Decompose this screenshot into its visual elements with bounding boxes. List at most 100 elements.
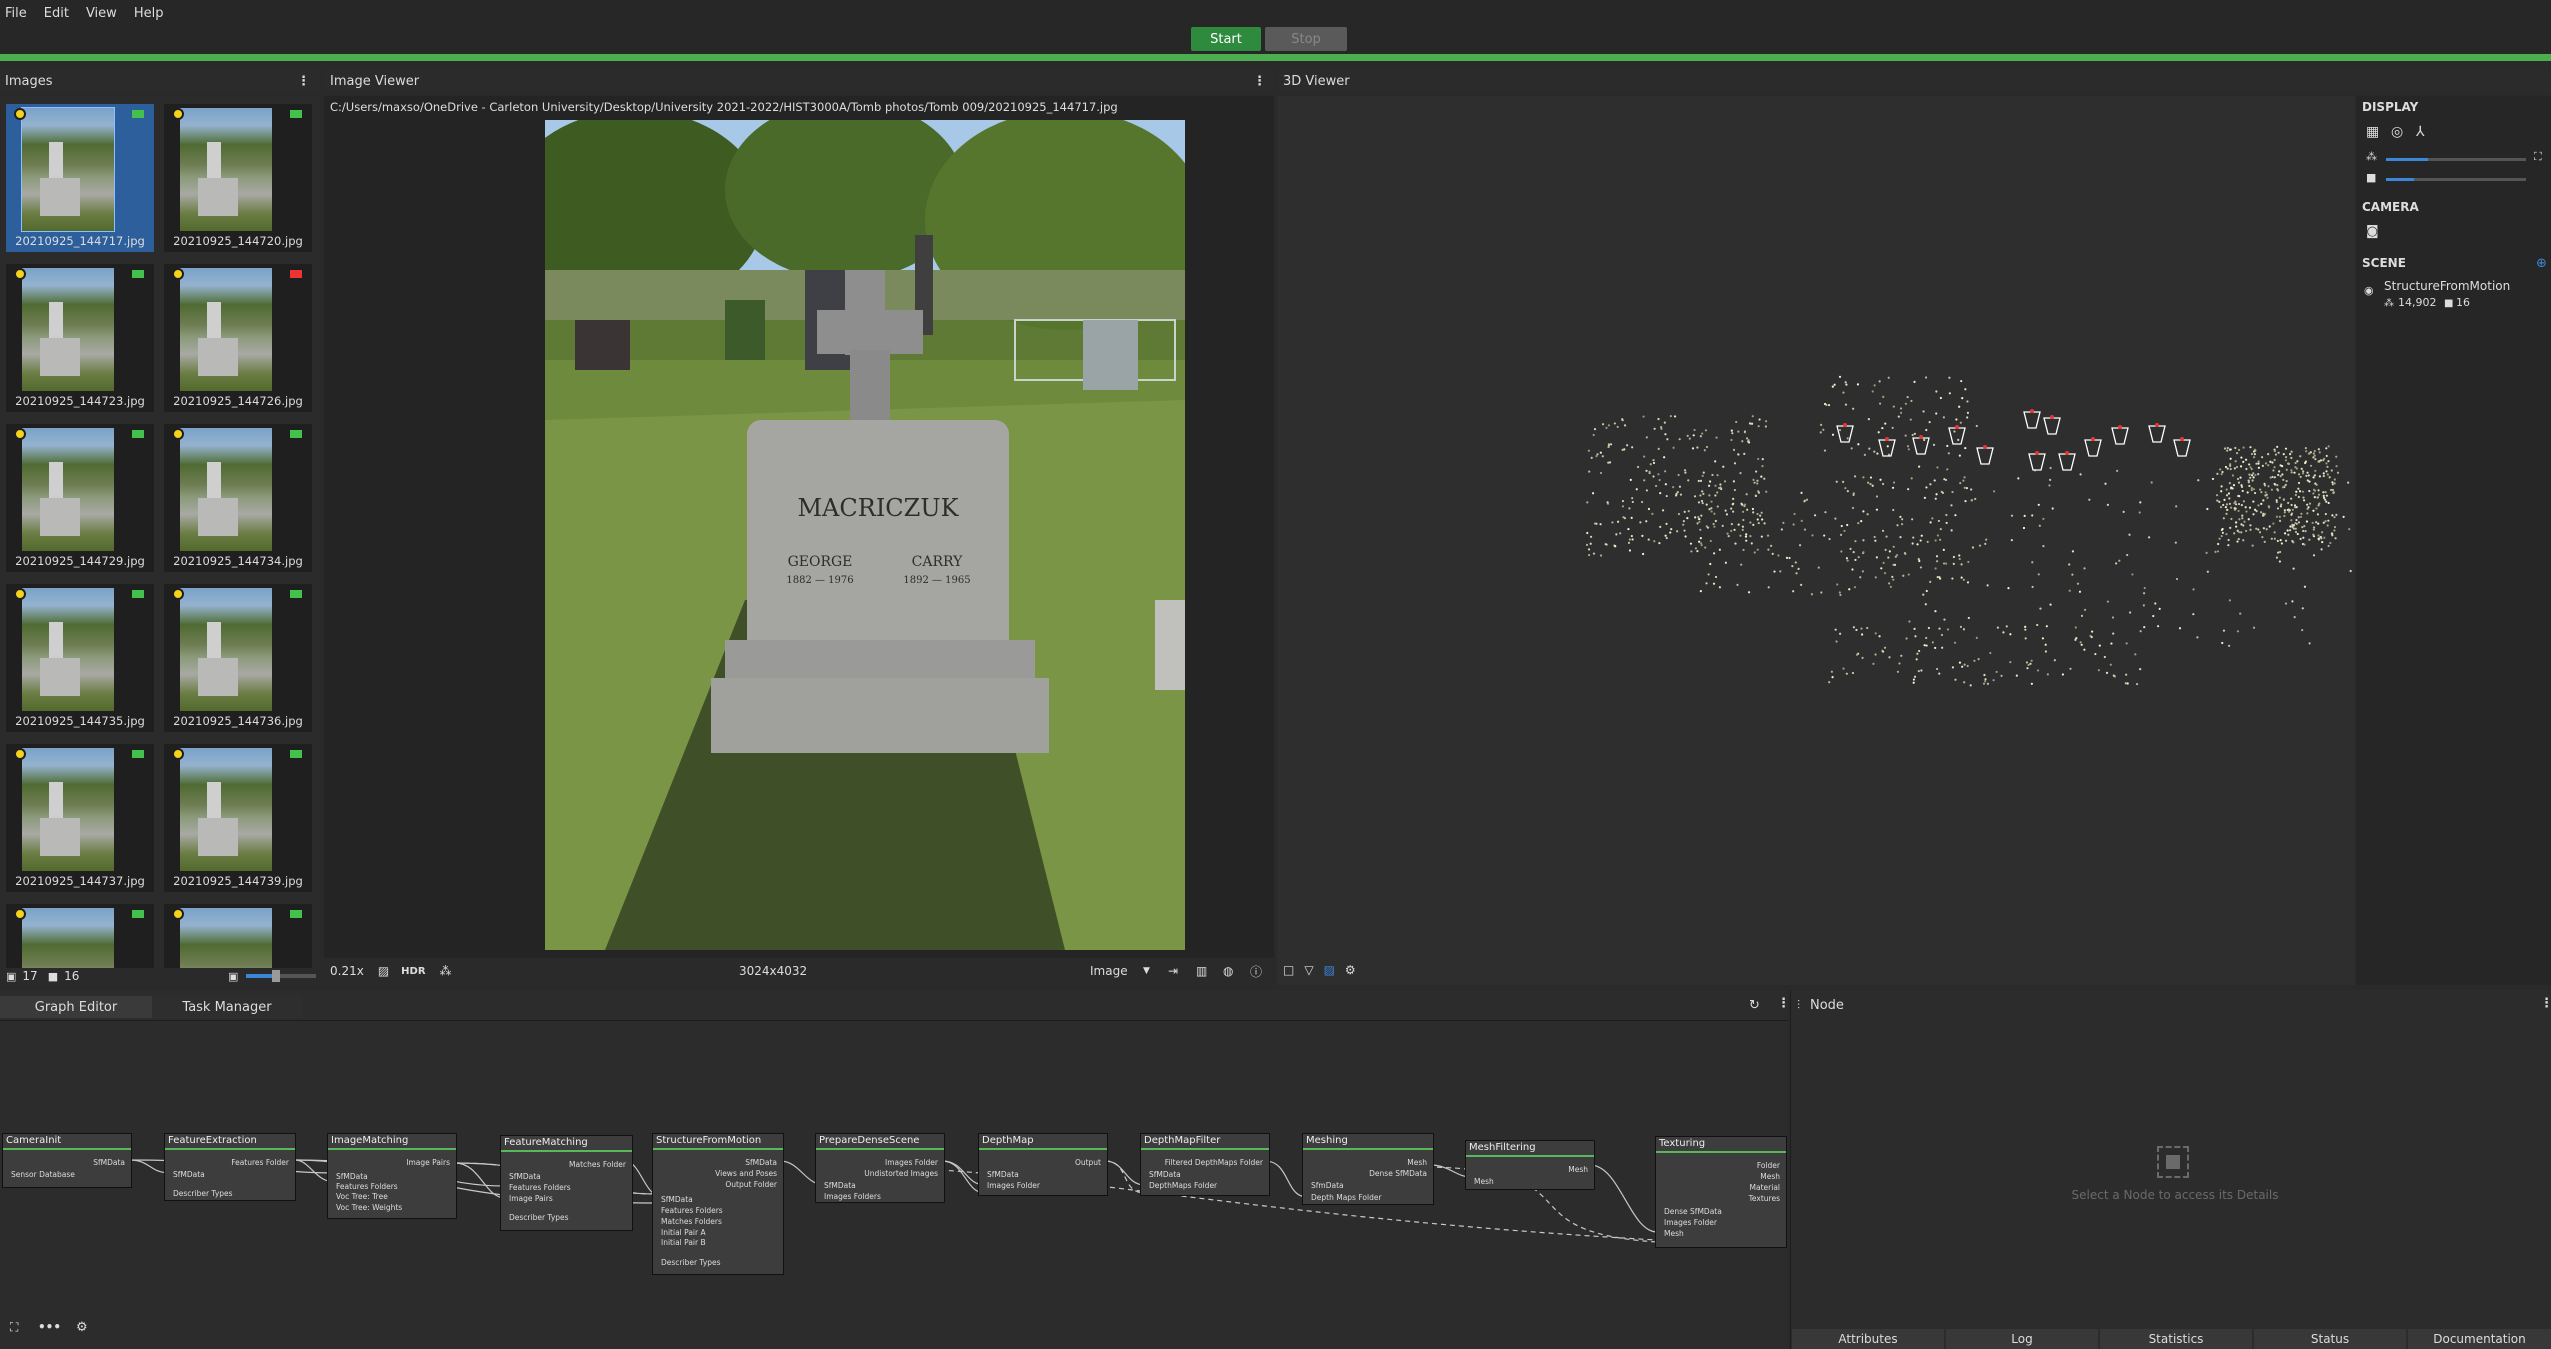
- tab-documentation[interactable]: Documentation: [2408, 1329, 2551, 1349]
- tab-statistics[interactable]: Statistics: [2100, 1329, 2252, 1349]
- menu-file[interactable]: File: [5, 6, 27, 21]
- node-port-output[interactable]: Image Pairs: [406, 1158, 450, 1167]
- node-port-input[interactable]: Describer Types: [661, 1258, 721, 1267]
- node-port-input[interactable]: SfMData: [987, 1170, 1019, 1179]
- texture-icon[interactable]: ▨: [1324, 963, 1335, 977]
- node-port-input[interactable]: Voc Tree: Tree: [336, 1192, 388, 1201]
- node-port-input[interactable]: Images Folder: [987, 1181, 1040, 1190]
- node-depthmap[interactable]: DepthMap Output SfMData Images Folder: [978, 1133, 1108, 1196]
- chevron-down-icon[interactable]: ▼: [1143, 966, 1150, 976]
- node-port-output[interactable]: Mesh: [1407, 1158, 1427, 1167]
- view-mode-select[interactable]: Image: [1090, 964, 1128, 978]
- node-port-output[interactable]: Material: [1750, 1183, 1780, 1192]
- globe-icon[interactable]: ◍: [1223, 964, 1233, 978]
- fit-icon[interactable]: ⛶: [2534, 150, 2542, 164]
- node-port-input[interactable]: Dense SfMData: [1664, 1207, 1722, 1216]
- thumbnail[interactable]: 20210925_144739.jpg: [164, 744, 312, 892]
- node-port-input[interactable]: SfmData: [1311, 1181, 1344, 1190]
- node-structurefrommotion[interactable]: StructureFromMotion SfMData Views and Po…: [652, 1133, 784, 1275]
- tab-log[interactable]: Log: [1946, 1329, 2098, 1349]
- node-port-input[interactable]: Depth Maps Folder: [1311, 1193, 1382, 1202]
- node-port-output[interactable]: Views and Poses: [715, 1169, 777, 1178]
- graph-menu-icon[interactable]: ⋮: [1777, 996, 1790, 1011]
- settings-gear-icon[interactable]: ⚙: [1345, 963, 1356, 977]
- thumbnail[interactable]: 20210925_144734.jpg: [164, 424, 312, 572]
- histogram-icon[interactable]: ▥: [1196, 964, 1207, 978]
- node-port-input[interactable]: Features Folders: [509, 1183, 571, 1192]
- node-port-output[interactable]: SfMData: [93, 1158, 125, 1167]
- node-port-input[interactable]: Describer Types: [509, 1213, 569, 1222]
- camera-scale-slider[interactable]: [2386, 178, 2526, 181]
- node-port-input[interactable]: SfMData: [509, 1172, 541, 1181]
- node-port-input[interactable]: DepthMaps Folder: [1149, 1181, 1217, 1190]
- tab-graph-editor[interactable]: Graph Editor: [0, 996, 152, 1018]
- menu-view[interactable]: View: [86, 6, 117, 21]
- node-port-input[interactable]: Mesh: [1474, 1177, 1494, 1186]
- visibility-eye-icon[interactable]: ◉: [2364, 284, 2374, 297]
- node-port-input[interactable]: Matches Folders: [661, 1217, 722, 1226]
- node-port-input[interactable]: Features Folders: [336, 1182, 398, 1191]
- node-port-output[interactable]: Matches Folder: [569, 1160, 626, 1169]
- thumbnail[interactable]: 20210925_144720.jpg: [164, 104, 312, 252]
- node-preparedensescene[interactable]: PrepareDenseScene Images Folder Undistor…: [815, 1133, 945, 1203]
- export-icon[interactable]: ⇥: [1168, 964, 1178, 978]
- hdr-button[interactable]: HDR: [401, 966, 425, 977]
- node-port-input[interactable]: Describer Types: [173, 1189, 233, 1198]
- node-port-output[interactable]: Features Folder: [231, 1158, 289, 1167]
- target-icon[interactable]: ◎: [2391, 124, 2403, 140]
- node-meshfiltering[interactable]: MeshFiltering Mesh Mesh: [1465, 1140, 1595, 1190]
- node-port-output[interactable]: Textures: [1749, 1194, 1780, 1203]
- point-size-slider[interactable]: [2386, 158, 2526, 161]
- thumbnail[interactable]: 20210925_144736.jpg: [164, 584, 312, 732]
- node-port-output[interactable]: Mesh: [1760, 1172, 1780, 1181]
- thumbnail[interactable]: [6, 904, 154, 968]
- node-port-input[interactable]: Image Pairs: [509, 1194, 553, 1203]
- images-menu-icon[interactable]: ⋮: [297, 74, 310, 89]
- node-port-input[interactable]: Voc Tree: Weights: [336, 1203, 402, 1212]
- tab-attributes[interactable]: Attributes: [1792, 1329, 1944, 1349]
- mask-icon[interactable]: ▨: [378, 964, 389, 978]
- node-port-input[interactable]: Initial Pair A: [661, 1228, 706, 1237]
- menu-help[interactable]: Help: [134, 6, 164, 21]
- node-imagematching[interactable]: ImageMatching Image Pairs SfMData Featur…: [327, 1133, 457, 1219]
- node-featureextraction[interactable]: FeatureExtraction Features Folder SfMDat…: [164, 1133, 296, 1201]
- more-icon[interactable]: •••: [38, 1320, 61, 1334]
- stop-button[interactable]: Stop: [1265, 27, 1347, 51]
- start-button[interactable]: Start: [1191, 27, 1261, 51]
- node-port-output[interactable]: Output Folder: [725, 1180, 777, 1189]
- node-port-output[interactable]: Dense SfMData: [1369, 1169, 1427, 1178]
- node-port-output[interactable]: Images Folder: [885, 1158, 938, 1167]
- node-port-input[interactable]: SfMData: [824, 1181, 856, 1190]
- viewer3d-canvas[interactable]: [1277, 96, 2355, 985]
- bounding-box-icon[interactable]: □: [1283, 963, 1294, 977]
- node-port-input[interactable]: SfMData: [336, 1172, 368, 1181]
- thumbnail[interactable]: 20210925_144723.jpg: [6, 264, 154, 412]
- node-meshing[interactable]: Meshing Mesh Dense SfMData SfmData Depth…: [1302, 1133, 1434, 1205]
- node-port-input[interactable]: Images Folder: [1664, 1218, 1717, 1227]
- node-port-input[interactable]: Initial Pair B: [661, 1238, 706, 1247]
- info-icon[interactable]: ⓘ: [1250, 963, 1262, 980]
- node-port-input[interactable]: Features Folders: [661, 1206, 723, 1215]
- node-port-output[interactable]: Filtered DepthMaps Folder: [1165, 1158, 1263, 1167]
- thumbnail[interactable]: 20210925_144735.jpg: [6, 584, 154, 732]
- thumbnail[interactable]: 20210925_144726.jpg: [164, 264, 312, 412]
- camera-frustum-icon[interactable]: ▽: [1304, 963, 1313, 977]
- thumbnail-size-slider[interactable]: [246, 970, 316, 982]
- tab-status[interactable]: Status: [2254, 1329, 2406, 1349]
- thumbnail[interactable]: 20210925_144737.jpg: [6, 744, 154, 892]
- node-port-output[interactable]: Undistorted Images: [864, 1169, 938, 1178]
- node-port-input[interactable]: Images Folders: [824, 1192, 881, 1201]
- tab-task-manager[interactable]: Task Manager: [152, 996, 302, 1018]
- node-port-output[interactable]: Output: [1075, 1158, 1101, 1167]
- axis-icon[interactable]: ⅄: [2416, 124, 2425, 140]
- scene-add-icon[interactable]: ⊕: [2536, 256, 2547, 271]
- node-port-input[interactable]: Mesh: [1664, 1229, 1684, 1238]
- features-icon[interactable]: ⁂: [440, 964, 452, 978]
- settings-gear-icon[interactable]: ⚙: [76, 1320, 88, 1335]
- node-port-input[interactable]: SfMData: [173, 1170, 205, 1179]
- node-texturing[interactable]: Texturing Folder Mesh Material Textures …: [1655, 1136, 1787, 1248]
- node-panel-menu-icon[interactable]: ⋮: [2540, 996, 2551, 1011]
- thumbnail[interactable]: [164, 904, 312, 968]
- grid-icon[interactable]: ▦: [2366, 124, 2379, 140]
- camera-icon[interactable]: ◙: [2366, 224, 2379, 239]
